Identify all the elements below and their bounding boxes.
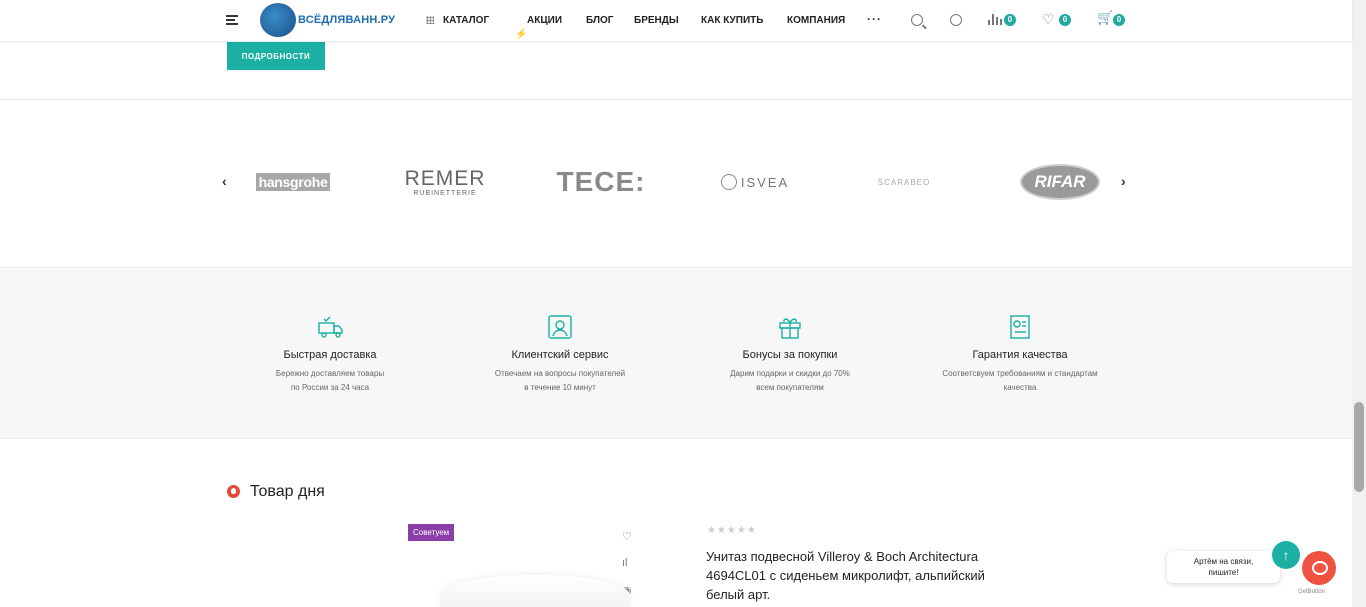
features-section: Быстрая доставка Бережно доставляем това…: [0, 267, 1352, 439]
logo-icon[interactable]: [260, 3, 296, 37]
search-icon[interactable]: [911, 14, 923, 26]
chat-greeting-bubble[interactable]: Артём на связи, пишите!: [1167, 551, 1280, 583]
brand-name: SCARABEO: [877, 177, 931, 187]
feature-title: Быстрая доставка: [283, 349, 377, 361]
feature-title: Бонусы за покупки: [742, 349, 838, 361]
add-to-favorites-icon[interactable]: ♡: [622, 530, 632, 543]
nav-item-catalog[interactable]: Каталог: [443, 15, 489, 26]
compare-icon[interactable]: [988, 14, 1002, 25]
section-divider: [0, 99, 1352, 100]
gift-icon: [779, 318, 801, 339]
rating-stars: ★★★★★: [707, 525, 757, 536]
favorites-count-badge: 0: [1059, 14, 1071, 26]
customer-service-icon: [548, 315, 572, 339]
nav-item-sales[interactable]: Акции: [527, 15, 562, 26]
nav-item-brands[interactable]: Бренды: [634, 15, 679, 26]
bolt-icon: ⚡: [515, 29, 528, 40]
feature-title: Клиентский сервис: [511, 349, 609, 361]
compare-count-badge: 0: [1004, 14, 1016, 26]
add-to-compare-icon[interactable]: ıl: [622, 557, 628, 569]
cart-icon[interactable]: 🛒: [1097, 10, 1113, 26]
brand-subname: RUBINETTERIE: [413, 189, 477, 197]
scrollbar-thumb[interactable]: [1354, 402, 1364, 492]
brand-name: REMER: [404, 166, 486, 190]
feature-quality: Гарантия качества Соответсвуем требовани…: [920, 312, 1120, 395]
logo-text[interactable]: ВСЁДЛЯВАНН.РУ: [298, 14, 395, 26]
brand-logo-isvea[interactable]: ISVEA: [714, 160, 796, 204]
catalog-grid-icon: [426, 16, 434, 24]
feature-delivery: Быстрая доставка Бережно доставляем това…: [230, 312, 430, 395]
feature-bonuses: Бонусы за покупки Дарим подарки и скидки…: [690, 312, 890, 395]
feature-desc: Соответсвуем требованиям и стандартам кач…: [942, 369, 1098, 392]
nav-item-blog[interactable]: Блог: [586, 15, 613, 26]
brand-logo-remer[interactable]: REMER RUBINETTERIE: [404, 160, 486, 204]
feature-service: Клиентский сервис Отвечаем на вопросы по…: [460, 312, 660, 395]
chat-open-icon[interactable]: [1302, 551, 1336, 585]
getbutton-label: GetButton: [1298, 589, 1326, 595]
page: ВСЁДЛЯВАНН.РУ Каталог ⚡ Акции Блог Бренд…: [0, 0, 1366, 607]
brand-name: RIFAR: [1020, 164, 1100, 200]
recommended-tag: Советуем: [408, 524, 455, 541]
feature-desc: Отвечаем на вопросы покупателей в течение…: [494, 369, 626, 392]
product-of-day-title: Товар дня: [250, 483, 325, 500]
isvea-ring-icon: [720, 174, 737, 190]
brand-logo-rifar[interactable]: RIFAR: [1018, 160, 1102, 204]
more-menu-button[interactable]: ···: [867, 12, 882, 26]
brand-name: hansgrohe: [255, 173, 331, 191]
feature-desc: Дарим подарки и скидки до 70% всем покупа…: [730, 369, 850, 392]
product-image[interactable]: [440, 575, 630, 607]
user-icon[interactable]: [950, 14, 962, 26]
menu-burger-icon[interactable]: [226, 15, 238, 25]
delivery-truck-icon: [318, 316, 343, 338]
site-header: ВСЁДЛЯВАНН.РУ Каталог ⚡ Акции Блог Бренд…: [0, 0, 1352, 42]
brand-name: ISVEA: [740, 174, 790, 190]
nav-item-how-to-buy[interactable]: Как купить: [701, 15, 763, 26]
brand-logo-hansgrohe[interactable]: hansgrohe: [252, 160, 334, 204]
feature-title: Гарантия качества: [972, 349, 1068, 361]
nav-item-company[interactable]: Компания: [787, 15, 845, 26]
heart-icon[interactable]: ♡: [1042, 11, 1055, 28]
feature-desc: Бережно доставляем товары по России за 24…: [275, 369, 385, 392]
brand-logo-scarabeo[interactable]: SCARABEO: [862, 160, 946, 204]
hot-icon: [227, 485, 240, 498]
scroll-to-top-button[interactable]: ↑: [1272, 541, 1300, 569]
page-scrollbar[interactable]: [1352, 0, 1366, 607]
details-button[interactable]: ПОДРОБНОСТИ: [227, 42, 325, 70]
product-name-link[interactable]: Унитаз подвесной Villeroy & Boch Archite…: [706, 547, 986, 604]
brand-name: TECE:: [556, 166, 646, 197]
certificate-icon: [1010, 315, 1030, 339]
brand-logo-tece[interactable]: TECE:: [556, 160, 646, 204]
brands-prev-arrow-icon[interactable]: ‹: [222, 173, 227, 189]
cart-count-badge: 0: [1113, 14, 1125, 26]
brands-next-arrow-icon[interactable]: ›: [1121, 173, 1126, 189]
